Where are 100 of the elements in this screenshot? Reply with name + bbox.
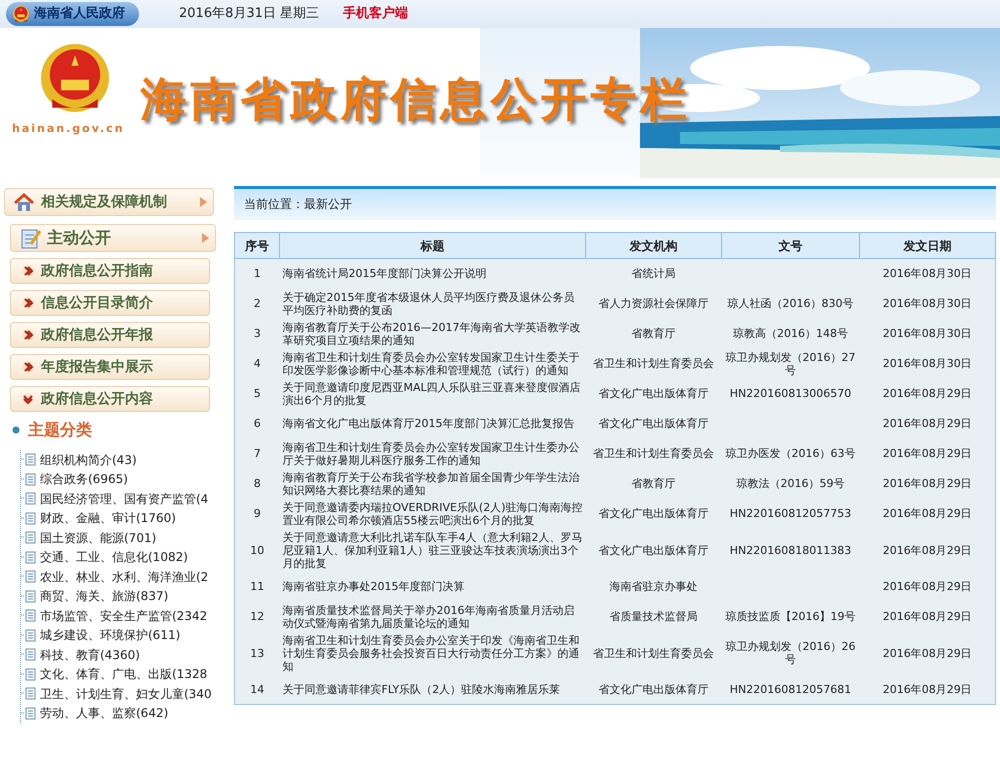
- column-header: 文号: [722, 232, 860, 258]
- table-cell: 5: [234, 378, 280, 408]
- title-link[interactable]: 海南省统计局2015年度部门决算公开说明: [280, 258, 586, 288]
- topic-link[interactable]: 农业、林业、水利、海洋渔业(2: [40, 568, 208, 586]
- table-cell: HN220160818011383: [722, 528, 860, 572]
- title-link[interactable]: 海南省质量技术监督局关于举办2016年海南省质量月活动启动仪式暨海南省第九届质量论坛的通知: [280, 602, 586, 632]
- table-cell: 省文化广电出版体育厅: [586, 498, 722, 528]
- table-cell: 琼质技监质【2016】19号: [722, 602, 860, 632]
- table-cell: 2016年08月29日: [860, 498, 996, 528]
- topic-link[interactable]: 国民经济管理、国有资产监管(4: [40, 490, 208, 508]
- title-link[interactable]: 海南省驻京办事处2015年度部门决算: [280, 572, 586, 602]
- table-cell: 琼教高（2016）148号: [722, 318, 860, 348]
- table-cell: 省文化广电出版体育厅: [586, 674, 722, 704]
- table-cell: 2016年08月29日: [860, 438, 996, 468]
- title-link[interactable]: 关于同意邀请菲律宾FLY乐队（2人）驻陵水海南雅居乐莱: [280, 674, 586, 704]
- table-cell: HN220160812057681: [722, 674, 860, 704]
- table-cell: 2016年08月30日: [860, 288, 996, 318]
- table-cell: 4: [234, 348, 280, 378]
- table-cell: 琼卫办规划发（2016）27号: [722, 348, 860, 378]
- topic-header: 主题分类: [28, 419, 92, 441]
- table-cell: 14: [234, 674, 280, 704]
- sidebar-item[interactable]: 年度报告集中展示: [10, 354, 210, 380]
- table-cell: 省卫生和计划生育委员会: [586, 348, 722, 378]
- table-cell: 省人力资源社会保障厅: [586, 288, 722, 318]
- topic-link[interactable]: 科技、教育(4360): [40, 646, 140, 664]
- table-cell: 10: [234, 528, 280, 572]
- column-header: 标题: [280, 232, 586, 258]
- house-icon: [13, 192, 35, 212]
- topic-link[interactable]: 组织机构简介(43): [40, 450, 137, 469]
- table-cell: 省卫生和计划生育委员会: [586, 438, 722, 468]
- title-link[interactable]: 关于同意邀请意大利比扎诺车队车手4人（意大利籍2人、罗马尼亚籍1人、保加利亚籍1人）驻三亚骏达车技表演场演出3个月的批复: [280, 528, 586, 572]
- table-cell: 省文化广电出版体育厅: [586, 528, 722, 572]
- title-link[interactable]: 海南省教育厅关于公布我省学校参加首届全国青少年学生法治知识网络大赛比赛结果的通知: [280, 468, 586, 498]
- table-cell: 2016年08月29日: [860, 572, 996, 602]
- topic-link[interactable]: 综合政务(6965): [40, 470, 128, 488]
- table-cell: 省文化广电出版体育厅: [586, 378, 722, 408]
- column-header: 发文日期: [860, 232, 996, 258]
- sidebar-item[interactable]: 政府信息公开指南: [10, 258, 210, 284]
- rules-link[interactable]: 相关规定及保障机制: [4, 188, 214, 216]
- table-cell: 2: [234, 288, 280, 318]
- topic-link[interactable]: 国土资源、能源(701): [40, 528, 156, 547]
- triangle-icon: [202, 233, 209, 243]
- table-cell: 省文化广电出版体育厅: [586, 408, 722, 438]
- section-header[interactable]: 主动公开: [10, 224, 216, 252]
- table-cell: 1: [234, 258, 280, 288]
- column-header: 序号: [234, 232, 280, 258]
- topic-link[interactable]: 交通、工业、信息化(1082): [40, 548, 188, 566]
- table-cell: 2016年08月29日: [860, 528, 996, 572]
- table-cell: 7: [234, 438, 280, 468]
- table-cell: HN220160812057753: [722, 498, 860, 528]
- table-cell: 2016年08月30日: [860, 318, 996, 348]
- title-link[interactable]: 关于同意邀请印度尼西亚MAL四人乐队驻三亚喜来登度假酒店演出6个月的批复: [280, 378, 586, 408]
- breadcrumb-bar: 当前位置：最新公开: [234, 186, 996, 220]
- table-cell: 2016年08月30日: [860, 258, 996, 288]
- topic-link[interactable]: 卫生、计划生育、妇女儿童(340: [40, 684, 212, 703]
- title-link[interactable]: 关于确定2015年度省本级退休人员平均医疗费及退休公务员平均医疗补助费的复函: [280, 288, 586, 318]
- table-cell: 省教育厅: [586, 318, 722, 348]
- table-cell: 省统计局: [586, 258, 722, 288]
- title-link[interactable]: 海南省卫生和计划生育委员会办公室转发国家卫生计生委办公厅关于做好暑期儿科医疗服务工作的通知: [280, 438, 586, 468]
- banner-title: 海南省政府信息公开专栏: [140, 71, 691, 128]
- sidebar-item[interactable]: 政府信息公开内容: [10, 386, 210, 412]
- table-cell: 2016年08月29日: [860, 378, 996, 408]
- table-cell: 省教育厅: [586, 468, 722, 498]
- table-cell: 琼教法（2016）59号: [722, 468, 860, 498]
- table-cell: 2016年08月29日: [860, 602, 996, 632]
- table-cell: 13: [234, 632, 280, 674]
- triangle-icon: [200, 197, 207, 207]
- sidebar-item[interactable]: 信息公开目录简介: [10, 290, 210, 316]
- topic-link[interactable]: 城乡建设、环境保护(611): [40, 626, 180, 644]
- title-link[interactable]: 海南省卫生和计划生育委员会办公室转发国家卫生计生委关于印发医学影像诊断中心基本标准和管理规范（试行）的通知: [280, 348, 586, 378]
- table-cell: 12: [234, 602, 280, 632]
- site-name-badge[interactable]: 海南省人民政府: [6, 2, 139, 26]
- domain-text: hainan.gov.cn: [12, 121, 125, 137]
- topic-link[interactable]: 商贸、海关、旅游(837): [40, 587, 168, 606]
- topic-link[interactable]: 劳动、人事、监察(642): [40, 704, 168, 722]
- table-cell: 6: [234, 408, 280, 438]
- bullet-icon: [12, 426, 20, 434]
- table-cell: 2016年08月29日: [860, 408, 996, 438]
- topic-link[interactable]: 市场监管、安全生产监管(2342: [40, 606, 208, 625]
- table-cell: 9: [234, 498, 280, 528]
- mobile-client-link[interactable]: 手机客户端: [343, 4, 408, 24]
- sidebar-item[interactable]: 政府信息公开年报: [10, 322, 210, 348]
- emblem-icon: [12, 5, 30, 23]
- table-cell: 2016年08月29日: [860, 632, 996, 674]
- table-cell: 3: [234, 318, 280, 348]
- topic-link[interactable]: 财政、金融、审计(1760): [40, 509, 176, 528]
- title-link[interactable]: 海南省教育厅关于公布2016—2017年海南省大学英语教学改革研究项目立项结果的通知: [280, 318, 586, 348]
- emblem-icon: [40, 43, 110, 113]
- table-cell: 琼卫办规划发（2016）26号: [722, 632, 860, 674]
- table-cell: 2016年08月30日: [860, 348, 996, 378]
- table-cell: HN220160813006570: [722, 378, 860, 408]
- title-link[interactable]: 关于同意邀请委内瑞拉OVERDRIVE乐队(2人)驻海口海南海控置业有限公司希尔顿酒店55楼云吧演出6个月的批复: [280, 498, 586, 528]
- table-cell: 省卫生和计划生育委员会: [586, 632, 722, 674]
- topic-link[interactable]: 文化、体育、广电、出版(1328: [40, 665, 208, 684]
- table-cell: 8: [234, 468, 280, 498]
- table-cell: 海南省驻京办事处: [586, 572, 722, 602]
- table-cell: 琼人社函（2016）830号: [722, 288, 860, 318]
- title-link[interactable]: 海南省文化广电出版体育厅2015年度部门决算汇总批复报告: [280, 408, 586, 438]
- title-link[interactable]: 海南省卫生和计划生育委员会办公室关于印发《海南省卫生和计划生育委员会服务社会投资百日大行动责任分工方案》的通知: [280, 632, 586, 674]
- column-header: 发文机构: [586, 232, 722, 258]
